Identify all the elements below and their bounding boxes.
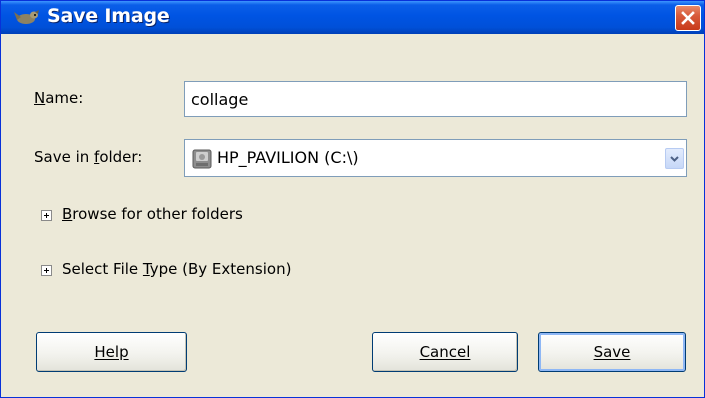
cancel-button-label: Cancel <box>419 343 471 361</box>
save-in-folder-label: Save in folder: <box>34 148 143 166</box>
save-button[interactable]: Save <box>538 332 686 372</box>
file-type-expander[interactable]: Select File Type (By Extension) <box>62 260 291 278</box>
title-bar[interactable]: Save Image <box>1 1 704 34</box>
browse-expander-icon[interactable] <box>41 210 52 221</box>
save-in-folder-dropdown[interactable]: HP_PAVILION (C:\) <box>184 139 687 177</box>
cancel-button[interactable]: Cancel <box>372 332 518 372</box>
name-label: Name: <box>34 89 84 107</box>
hard-drive-icon <box>192 149 212 169</box>
name-input[interactable] <box>184 81 687 117</box>
save-image-dialog: Save Image Name: Save in folder: HP_PAVI… <box>0 0 705 398</box>
help-button-label: Help <box>94 343 129 361</box>
help-button[interactable]: Help <box>36 332 187 372</box>
folder-value: HP_PAVILION (C:\) <box>217 148 359 167</box>
browse-folders-expander[interactable]: Browse for other folders <box>62 205 243 223</box>
file-type-expander-icon[interactable] <box>41 265 52 276</box>
gimp-wilber-icon <box>11 9 41 25</box>
save-button-label: Save <box>593 343 631 361</box>
close-button[interactable] <box>675 5 701 31</box>
window-title: Save Image <box>47 5 170 27</box>
dropdown-arrow-button[interactable] <box>665 148 684 169</box>
